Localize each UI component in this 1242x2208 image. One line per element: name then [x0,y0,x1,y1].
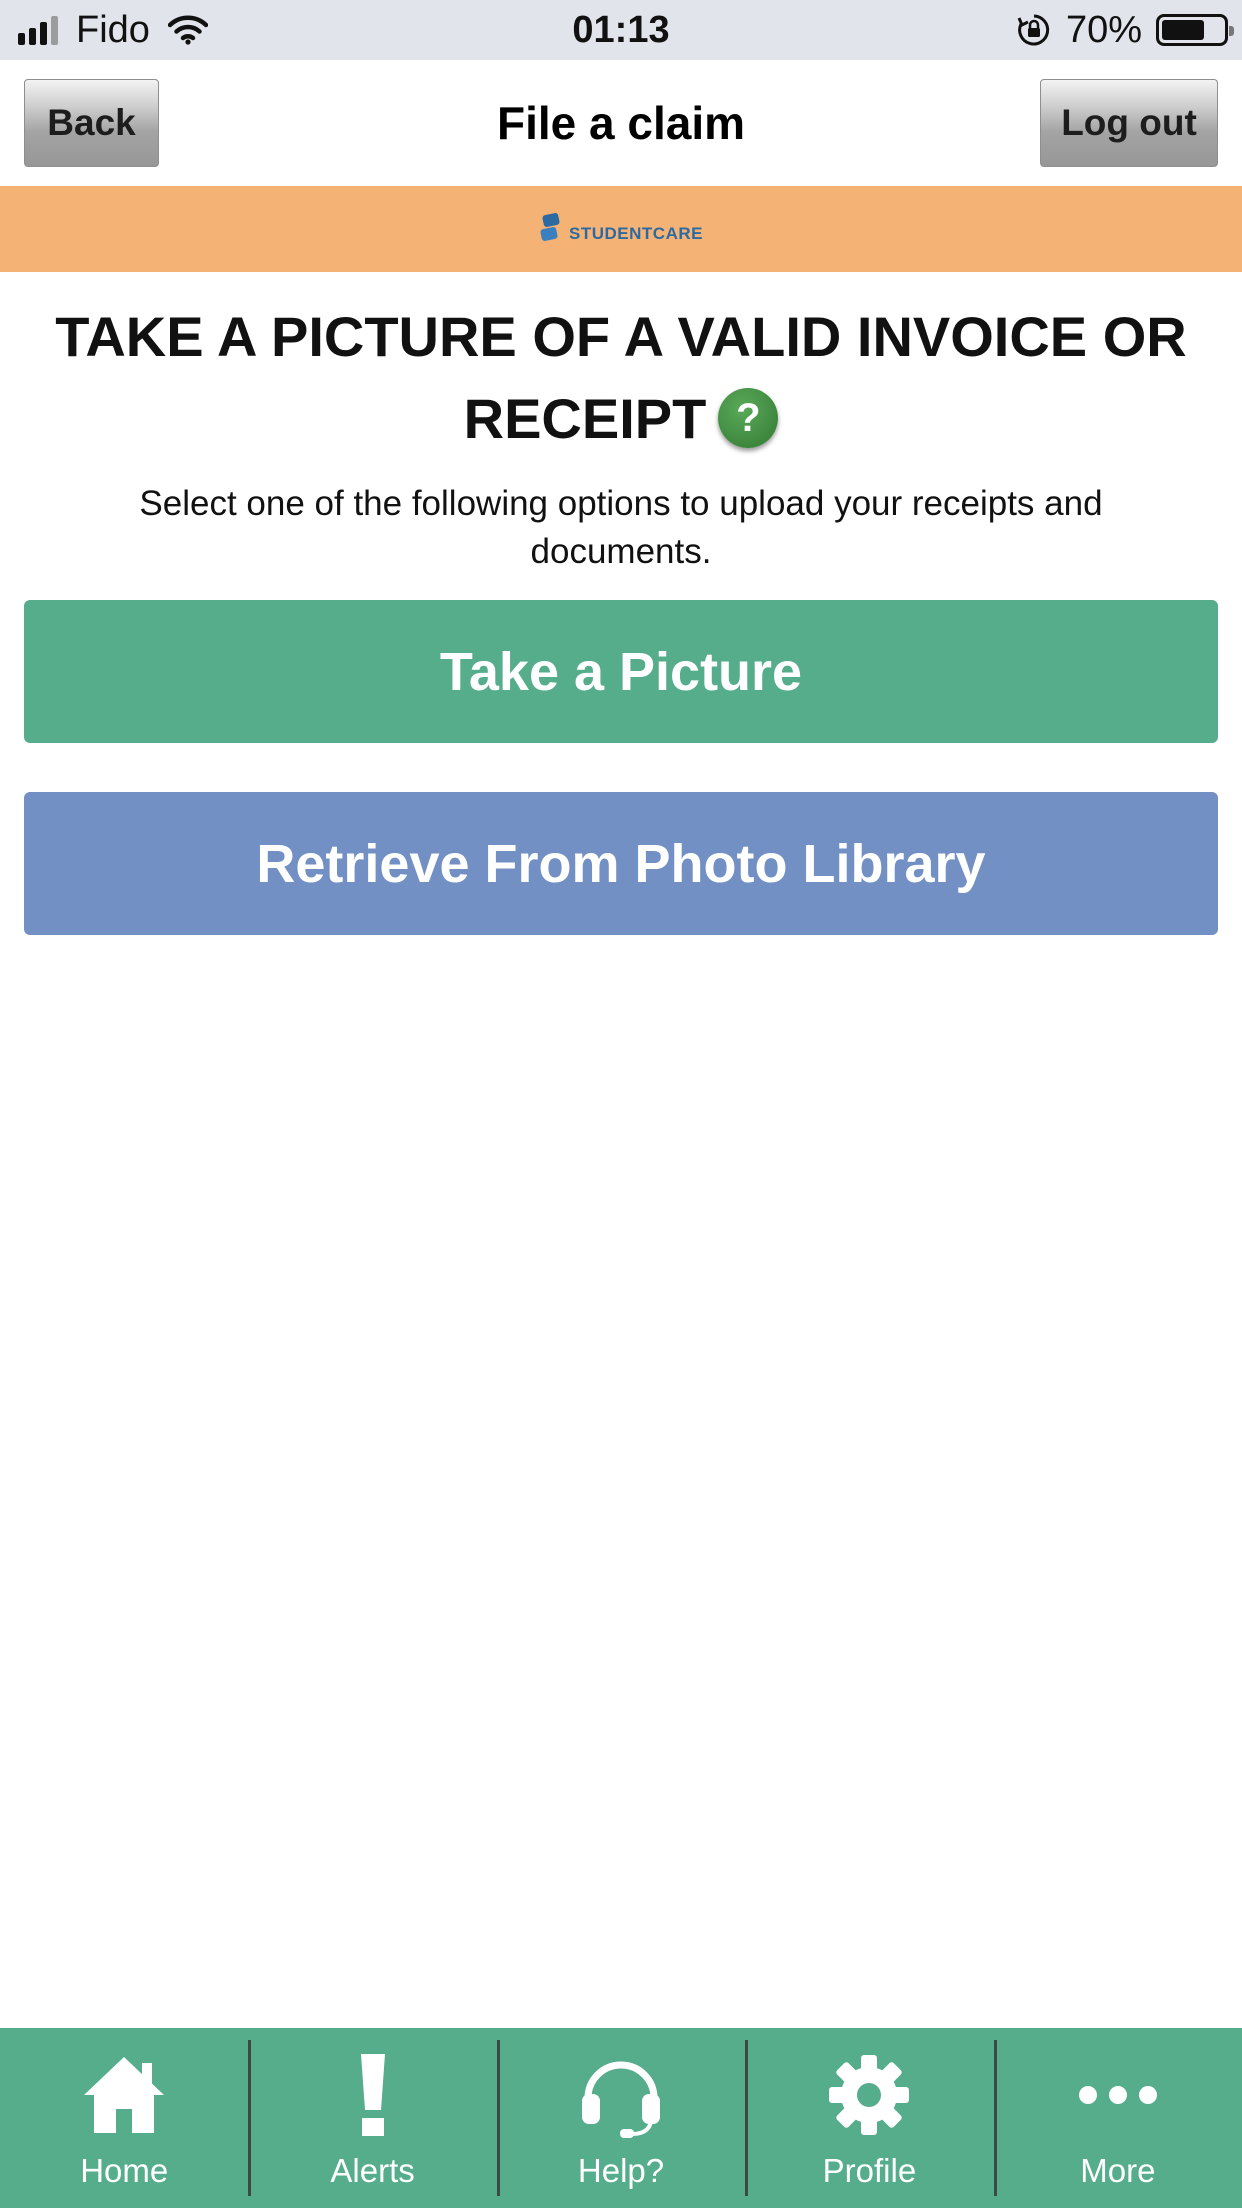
tab-more[interactable]: More [993,2028,1242,2208]
logout-button[interactable]: Log out [1040,79,1218,167]
tab-home-label: Home [80,2152,169,2189]
status-bar: Fido 01:13 70% [0,0,1242,60]
take-picture-button[interactable]: Take a Picture [24,600,1218,743]
instruction-subtext: Select one of the following options to u… [139,484,1103,571]
logo-text: STUDENTCARE [569,224,703,243]
exclamation-icon [323,2050,423,2140]
battery-percent: 70% [1065,8,1142,51]
help-question-icon[interactable]: ? [718,388,779,449]
rotation-lock-icon [1016,12,1052,48]
studentcare-logo: STUDENTCARE [539,212,703,246]
heading-text: TAKE A PICTURE OF A VALID INVOICE OR REC… [55,305,1187,450]
tab-help[interactable]: Help? [496,2028,745,2208]
headset-icon [571,2050,671,2140]
tab-help-label: Help? [577,2152,665,2189]
battery-icon [1156,14,1234,46]
tab-profile[interactable]: Profile [745,2028,993,2208]
gear-icon [819,2050,919,2140]
tab-more-label: More [1080,2152,1156,2189]
tab-profile-label: Profile [822,2152,917,2189]
tab-bar: Home Alerts Help? Profile More [0,2028,1242,2208]
studentcare-logo-mark-icon [539,212,567,246]
status-right: 70% [1016,0,1234,60]
more-dots-icon [1068,2050,1168,2140]
instruction-heading: TAKE A PICTURE OF A VALID INVOICE OR REC… [40,296,1202,460]
nav-bar: Back File a claim Log out [0,60,1242,186]
tab-alerts-label: Alerts [330,2152,415,2189]
home-icon [74,2050,174,2140]
tab-home[interactable]: Home [0,2028,248,2208]
tab-alerts[interactable]: Alerts [248,2028,496,2208]
brand-banner: STUDENTCARE [0,186,1242,272]
retrieve-photo-library-button[interactable]: Retrieve From Photo Library [24,792,1218,935]
